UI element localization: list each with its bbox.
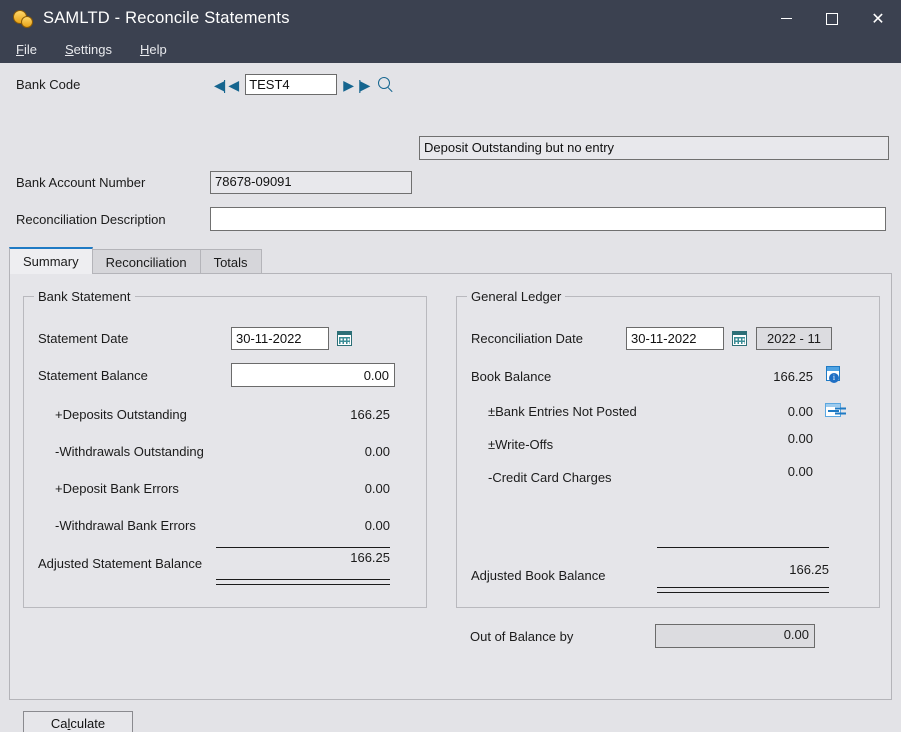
withdrawal-bank-errors-value: 0.00: [364, 518, 390, 533]
tab-totals-label: Totals: [213, 254, 248, 270]
bank-total-rule-top: [216, 547, 390, 548]
period-field: 2022 - 11: [756, 327, 832, 350]
out-of-balance-label: Out of Balance by: [470, 628, 574, 644]
statement-date-input[interactable]: [231, 327, 329, 350]
adjusted-book-balance-label: Adjusted Book Balance: [471, 568, 606, 583]
gl-total-rule-bottom: [657, 587, 829, 593]
out-of-balance-value: 0.00: [655, 624, 815, 648]
window-body: Bank Code ◀| ◀ ▶ |▶ Deposit Outstanding …: [0, 63, 901, 732]
nav-next-button[interactable]: ▶: [341, 78, 356, 92]
statement-balance-input[interactable]: [231, 363, 395, 387]
minimize-button[interactable]: [763, 0, 809, 37]
minimize-icon: [780, 18, 792, 19]
bank-code-description: Deposit Outstanding but no entry: [419, 136, 889, 160]
app-icon: [13, 9, 33, 29]
write-offs-label: ±Write-Offs: [488, 437, 554, 452]
maximize-button[interactable]: [809, 0, 855, 37]
statement-date-row: Statement Date: [38, 327, 352, 350]
tab-reconciliation[interactable]: Reconciliation: [91, 249, 201, 274]
bank-statement-group: Bank Statement Statement Date Statement …: [23, 289, 427, 608]
bank-entries-not-posted-value: 0.00: [787, 404, 813, 419]
reconciliation-date-label: Reconciliation Date: [471, 331, 584, 346]
menu-help[interactable]: Help: [138, 40, 179, 60]
title-bar: SAMLTD - Reconcile Statements ✕: [0, 0, 901, 37]
tab-bar: Summary Reconciliation Totals: [9, 247, 262, 274]
nav-last-button[interactable]: |▶: [356, 78, 370, 92]
window-controls: ✕: [763, 0, 901, 37]
reconciliation-description-label: Reconciliation Description: [16, 211, 166, 227]
gl-total-rule-top: [657, 547, 829, 548]
maximize-icon: [826, 12, 838, 25]
deposits-outstanding-label: +Deposits Outstanding: [55, 407, 187, 422]
bank-account-row: Bank Account Number 78678-09091: [16, 171, 412, 194]
adjusted-statement-balance-value: 166.25: [350, 550, 390, 565]
nav-first-button[interactable]: ◀|: [212, 78, 226, 92]
withdrawals-outstanding-value: 0.00: [364, 444, 390, 459]
deposit-bank-errors-value: 0.00: [364, 481, 390, 496]
nav-previous-button[interactable]: ◀: [226, 78, 241, 92]
bank-statement-group-title: Bank Statement: [34, 289, 135, 304]
calendar-icon[interactable]: [732, 331, 747, 346]
menu-settings[interactable]: Settings: [63, 40, 124, 60]
bank-account-value: 78678-09091: [210, 171, 412, 194]
close-window-button[interactable]: ✕: [855, 0, 901, 37]
adjusted-book-balance-value: 166.25: [789, 562, 829, 577]
tab-reconciliation-label: Reconciliation: [105, 254, 187, 270]
window-title: SAMLTD - Reconcile Statements: [43, 9, 290, 27]
credit-card-charges-value: 0.00: [787, 464, 813, 479]
tab-summary[interactable]: Summary: [9, 247, 93, 274]
deposits-outstanding-value: 166.25: [350, 407, 390, 422]
drilldown-go-icon[interactable]: [825, 403, 841, 417]
withdrawals-outstanding-label: -Withdrawals Outstanding: [55, 444, 204, 459]
calculate-button-label: Calculate: [50, 715, 106, 731]
book-balance-label: Book Balance: [471, 369, 552, 384]
withdrawal-bank-errors-label: -Withdrawal Bank Errors: [55, 518, 196, 533]
bank-code-input[interactable]: [245, 74, 338, 95]
reconciliation-description-row: Reconciliation Description: [16, 207, 886, 231]
reconciliation-date-input[interactable]: [626, 327, 724, 350]
calendar-icon[interactable]: [337, 331, 352, 346]
general-ledger-group-title: General Ledger: [467, 289, 566, 304]
tab-summary-label: Summary: [23, 254, 79, 269]
reconciliation-date-row: Reconciliation Date 2022 - 11: [471, 327, 832, 350]
book-balance-value: 166.25: [773, 369, 813, 384]
statement-balance-label: Statement Balance: [38, 367, 148, 383]
tab-totals[interactable]: Totals: [199, 249, 262, 274]
credit-card-charges-label: -Credit Card Charges: [488, 470, 612, 485]
statement-date-label: Statement Date: [38, 331, 129, 346]
statement-balance-row: Statement Balance: [38, 363, 395, 387]
menu-file[interactable]: File: [14, 40, 49, 60]
reconciliation-description-input[interactable]: [210, 207, 886, 231]
bank-code-label: Bank Code: [16, 77, 81, 92]
close-icon: ✕: [871, 8, 885, 28]
calculate-button[interactable]: Calculate: [23, 711, 133, 732]
adjusted-statement-balance-label: Adjusted Statement Balance: [38, 556, 203, 571]
deposit-bank-errors-label: +Deposit Bank Errors: [55, 481, 179, 496]
summary-tab-panel: Bank Statement Statement Date Statement …: [9, 273, 892, 700]
out-of-balance-row: Out of Balance by 0.00: [470, 624, 815, 648]
general-ledger-group: General Ledger Reconciliation Date 2022 …: [456, 289, 880, 608]
bank-account-label: Bank Account Number: [16, 175, 146, 190]
bank-code-row: Bank Code ◀| ◀ ▶ |▶: [16, 74, 394, 95]
write-offs-value: 0.00: [787, 431, 813, 446]
drilldown-info-icon[interactable]: [826, 366, 840, 383]
bank-code-finder-icon[interactable]: [377, 76, 394, 93]
bank-entries-not-posted-label: ±Bank Entries Not Posted: [488, 404, 637, 419]
menu-bar: File Settings Help: [0, 37, 901, 63]
bank-total-rule-bottom: [216, 579, 390, 585]
